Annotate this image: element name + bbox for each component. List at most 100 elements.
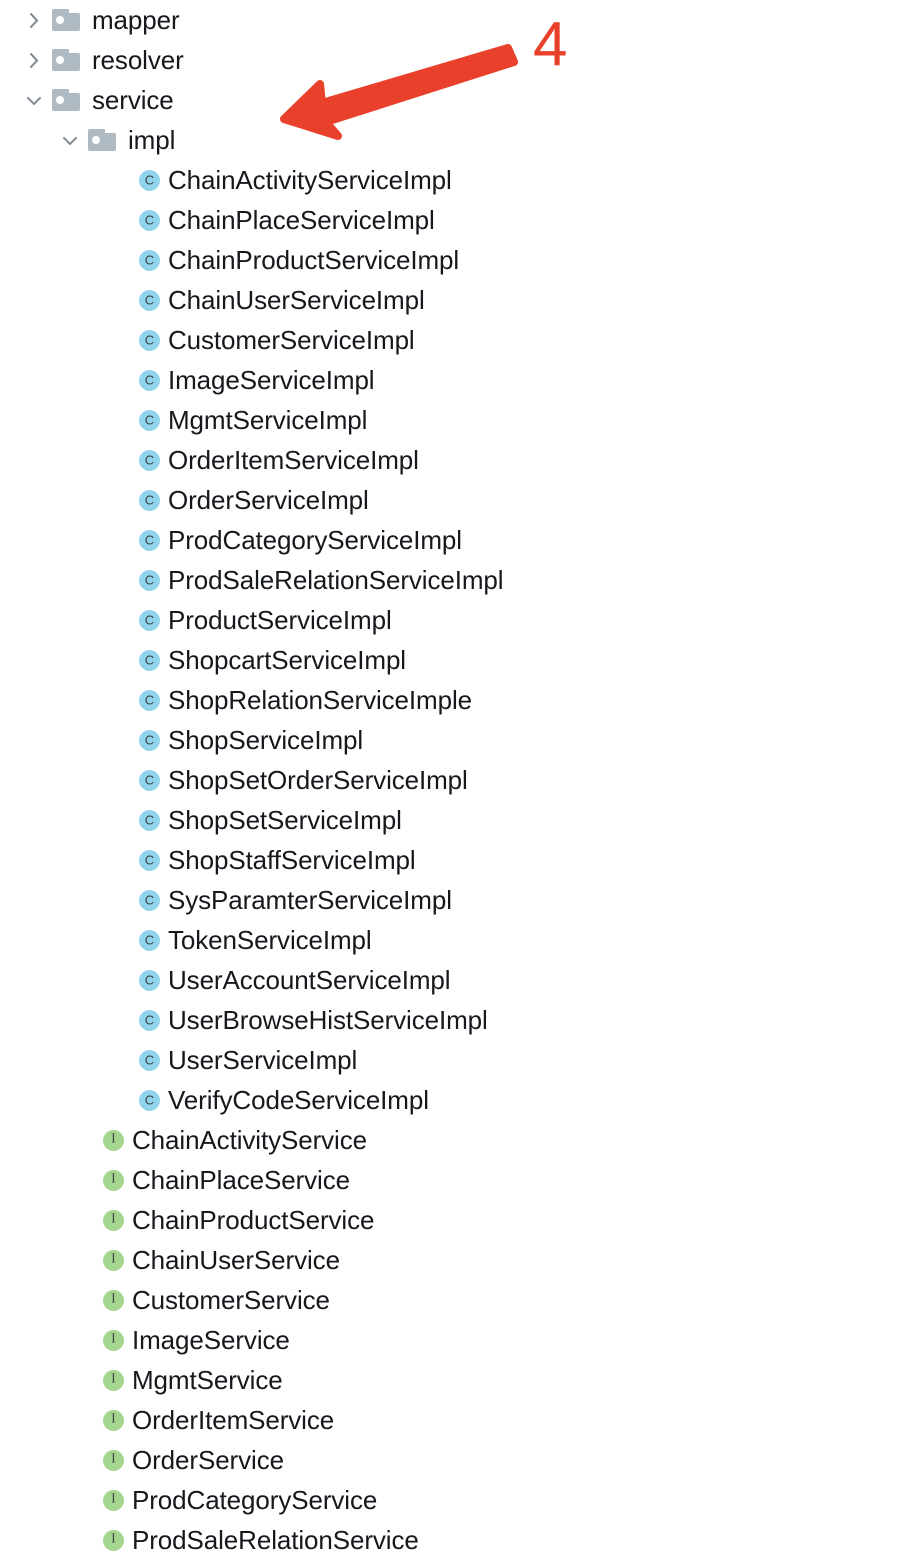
interface-icon-glyph: I <box>111 1331 116 1347</box>
class-icon: C <box>139 1089 160 1111</box>
tree-item-label: UserBrowseHistServiceImpl <box>168 1005 488 1035</box>
tree-class-row[interactable]: C OrderItemServiceImpl <box>0 440 924 480</box>
tree-folder-row[interactable]: resolver <box>0 40 924 80</box>
tree-class-row[interactable]: C ProductServiceImpl <box>0 600 924 640</box>
tree-class-row[interactable]: C ChainActivityServiceImpl <box>0 160 924 200</box>
tree-class-row[interactable]: C ProdSaleRelationServiceImpl <box>0 560 924 600</box>
class-icon-glyph: C <box>144 852 155 867</box>
class-icon-glyph: C <box>144 532 155 547</box>
class-icon-glyph: C <box>144 732 155 747</box>
class-icon: C <box>139 849 160 871</box>
tree-interface-row[interactable]: I ChainActivityService <box>0 1120 924 1160</box>
class-icon-glyph: C <box>144 212 155 227</box>
tree-item-label: impl <box>128 125 176 155</box>
class-icon: C <box>139 729 160 751</box>
chevron-down-icon[interactable] <box>22 88 46 112</box>
tree-class-row[interactable]: C MgmtServiceImpl <box>0 400 924 440</box>
class-icon-glyph: C <box>144 452 155 467</box>
tree-item-label: UserAccountServiceImpl <box>168 965 451 995</box>
tree-item-label: SysParamterServiceImpl <box>168 885 452 915</box>
tree-item-label: ChainActivityServiceImpl <box>168 165 452 195</box>
tree-class-row[interactable]: C ShopServiceImpl <box>0 720 924 760</box>
class-icon-glyph: C <box>144 692 155 707</box>
class-icon: C <box>139 1049 160 1071</box>
tree-item-label: mapper <box>92 5 180 35</box>
class-icon-glyph: C <box>144 1012 155 1027</box>
tree-class-row[interactable]: C ShopcartServiceImpl <box>0 640 924 680</box>
class-icon-glyph: C <box>144 1052 155 1067</box>
class-icon-glyph: C <box>144 932 155 947</box>
tree-class-row[interactable]: C UserAccountServiceImpl <box>0 960 924 1000</box>
tree-class-row[interactable]: C ChainProductServiceImpl <box>0 240 924 280</box>
tree-interface-row[interactable]: I MgmtService <box>0 1360 924 1400</box>
tree-interface-row[interactable]: I ProdSaleRelationService <box>0 1520 924 1560</box>
tree-class-row[interactable]: C ShopSetServiceImpl <box>0 800 924 840</box>
tree-interface-row[interactable]: I ImageService <box>0 1320 924 1360</box>
tree-item-label: ShopSetOrderServiceImpl <box>168 765 468 795</box>
tree-class-row[interactable]: C ProdCategoryServiceImpl <box>0 520 924 560</box>
tree-item-label: UserServiceImpl <box>168 1045 358 1075</box>
tree-class-row[interactable]: C VerifyCodeServiceImpl <box>0 1080 924 1120</box>
interface-icon: I <box>103 1529 124 1551</box>
interface-icon: I <box>103 1369 124 1391</box>
tree-item-label: TokenServiceImpl <box>168 925 372 955</box>
interface-icon: I <box>103 1129 124 1151</box>
class-icon: C <box>139 169 160 191</box>
tree-interface-row[interactable]: I ChainProductService <box>0 1200 924 1240</box>
tree-item-label: OrderService <box>132 1445 284 1475</box>
project-file-tree[interactable]: mapper resolver service impl C ChainActivityS… <box>0 0 924 1560</box>
class-icon: C <box>139 969 160 991</box>
tree-class-row[interactable]: C TokenServiceImpl <box>0 920 924 960</box>
tree-item-label: MgmtService <box>132 1365 283 1395</box>
tree-folder-row[interactable]: service <box>0 80 924 120</box>
tree-item-label: resolver <box>92 45 184 75</box>
class-icon-glyph: C <box>144 572 155 587</box>
tree-class-row[interactable]: C UserServiceImpl <box>0 1040 924 1080</box>
tree-interface-row[interactable]: I OrderService <box>0 1440 924 1480</box>
tree-item-label: ShopServiceImpl <box>168 725 364 755</box>
interface-icon: I <box>103 1209 124 1231</box>
tree-folder-row[interactable]: mapper <box>0 0 924 40</box>
class-icon: C <box>139 769 160 791</box>
tree-interface-row[interactable]: I ProdCategoryService <box>0 1480 924 1520</box>
tree-item-label: ChainUserServiceImpl <box>168 285 425 315</box>
chevron-down-icon[interactable] <box>58 128 82 152</box>
tree-class-row[interactable]: C ShopStaffServiceImpl <box>0 840 924 880</box>
chevron-right-icon[interactable] <box>22 48 46 72</box>
tree-class-row[interactable]: C UserBrowseHistServiceImpl <box>0 1000 924 1040</box>
class-icon-glyph: C <box>144 652 155 667</box>
tree-interface-row[interactable]: I OrderItemService <box>0 1400 924 1440</box>
class-icon-glyph: C <box>144 612 155 627</box>
class-icon: C <box>139 329 160 351</box>
class-icon: C <box>139 609 160 631</box>
tree-class-row[interactable]: C ImageServiceImpl <box>0 360 924 400</box>
tree-folder-row[interactable]: impl <box>0 120 924 160</box>
tree-item-label: ProdSaleRelationServiceImpl <box>168 565 504 595</box>
interface-icon: I <box>103 1249 124 1271</box>
tree-item-label: ImageService <box>132 1325 290 1355</box>
tree-class-row[interactable]: C ChainPlaceServiceImpl <box>0 200 924 240</box>
tree-item-label: ChainUserService <box>132 1245 340 1275</box>
tree-class-row[interactable]: C ChainUserServiceImpl <box>0 280 924 320</box>
tree-interface-row[interactable]: I CustomerService <box>0 1280 924 1320</box>
class-icon-glyph: C <box>144 772 155 787</box>
class-icon: C <box>139 249 160 271</box>
tree-class-row[interactable]: C ShopSetOrderServiceImpl <box>0 760 924 800</box>
tree-class-row[interactable]: C SysParamterServiceImpl <box>0 880 924 920</box>
tree-interface-row[interactable]: I ChainPlaceService <box>0 1160 924 1200</box>
tree-class-row[interactable]: C ShopRelationServiceImple <box>0 680 924 720</box>
class-icon: C <box>139 289 160 311</box>
tree-interface-row[interactable]: I ChainUserService <box>0 1240 924 1280</box>
interface-icon-glyph: I <box>111 1251 116 1267</box>
class-icon: C <box>139 889 160 911</box>
tree-item-label: ShopRelationServiceImple <box>168 685 472 715</box>
class-icon: C <box>139 489 160 511</box>
tree-class-row[interactable]: C OrderServiceImpl <box>0 480 924 520</box>
tree-item-label: ProdSaleRelationService <box>132 1525 419 1555</box>
tree-class-row[interactable]: C CustomerServiceImpl <box>0 320 924 360</box>
class-icon: C <box>139 689 160 711</box>
class-icon-glyph: C <box>144 812 155 827</box>
class-icon: C <box>139 369 160 391</box>
folder-icon <box>88 128 118 152</box>
chevron-right-icon[interactable] <box>22 8 46 32</box>
